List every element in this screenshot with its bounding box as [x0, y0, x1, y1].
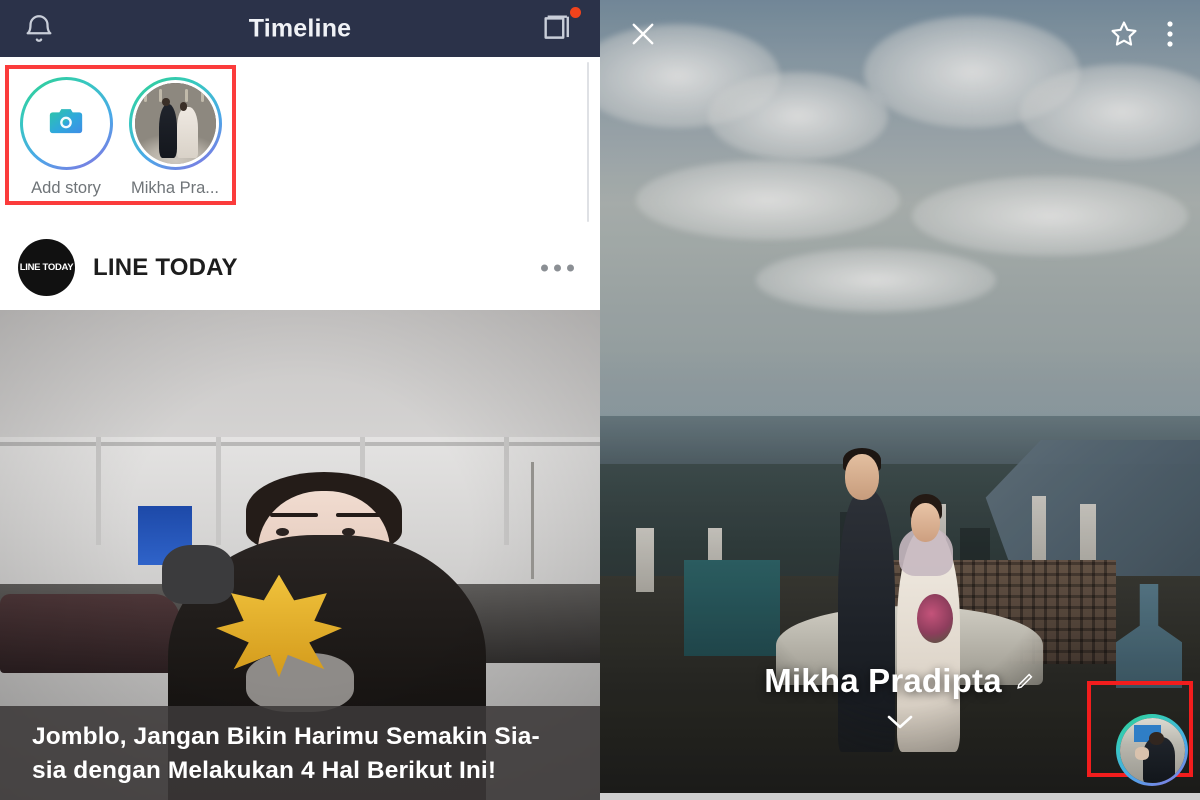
profile-name: Mikha Pradipta [764, 662, 1002, 699]
dual-screenshot: Timeline Add story Mikha Pra... LINE TOD… [0, 0, 1200, 800]
story-item-add-story[interactable]: Add story [13, 77, 119, 198]
story-viewer-screen: Mikha Pradipta [600, 0, 1200, 800]
profile-avatar[interactable] [1116, 714, 1188, 786]
more-vertical-icon[interactable] [1166, 19, 1174, 54]
timeline-screen: Timeline Add story Mikha Pra... LINE TOD… [0, 0, 600, 800]
line-today-logo[interactable]: LINE TODAY [18, 239, 75, 296]
unread-dot [570, 7, 581, 18]
story-topbar [600, 0, 1200, 72]
screen-bottom-edge [600, 793, 1200, 800]
story-ring [19, 77, 113, 170]
more-horizontal-icon[interactable] [541, 264, 574, 271]
star-outline-icon[interactable] [1108, 18, 1140, 55]
post-caption-overlay: Jomblo, Jangan Bikin Harimu Semakin Sia-… [0, 706, 600, 800]
story-thumbnail [134, 83, 216, 164]
camera-icon [46, 101, 86, 146]
page-title: Timeline [248, 14, 352, 42]
notifications-bell-icon[interactable] [22, 12, 56, 46]
post-author-name: LINE TODAY [93, 253, 238, 281]
story-item-label: Mikha Pra... [130, 179, 220, 197]
story-item-label: Add story [31, 179, 101, 197]
story-tray: Add story Mikha Pra... [0, 57, 600, 212]
timeline-topbar: Timeline [0, 0, 600, 57]
logo-text: LINE TODAY [19, 261, 74, 273]
story-item-mikha[interactable]: Mikha Pra... [122, 77, 228, 198]
story-ring [128, 77, 222, 170]
close-x-icon[interactable] [626, 17, 660, 56]
feed-scrollbar[interactable] [587, 62, 589, 222]
post-caption-text: Jomblo, Jangan Bikin Harimu Semakin Sia-… [32, 723, 540, 784]
compose-square-icon[interactable] [540, 7, 581, 47]
post-image[interactable]: Jomblo, Jangan Bikin Harimu Semakin Sia-… [0, 310, 600, 800]
pencil-edit-icon[interactable] [1014, 670, 1036, 692]
post-header: LINE TODAY LINE TODAY [0, 225, 600, 310]
